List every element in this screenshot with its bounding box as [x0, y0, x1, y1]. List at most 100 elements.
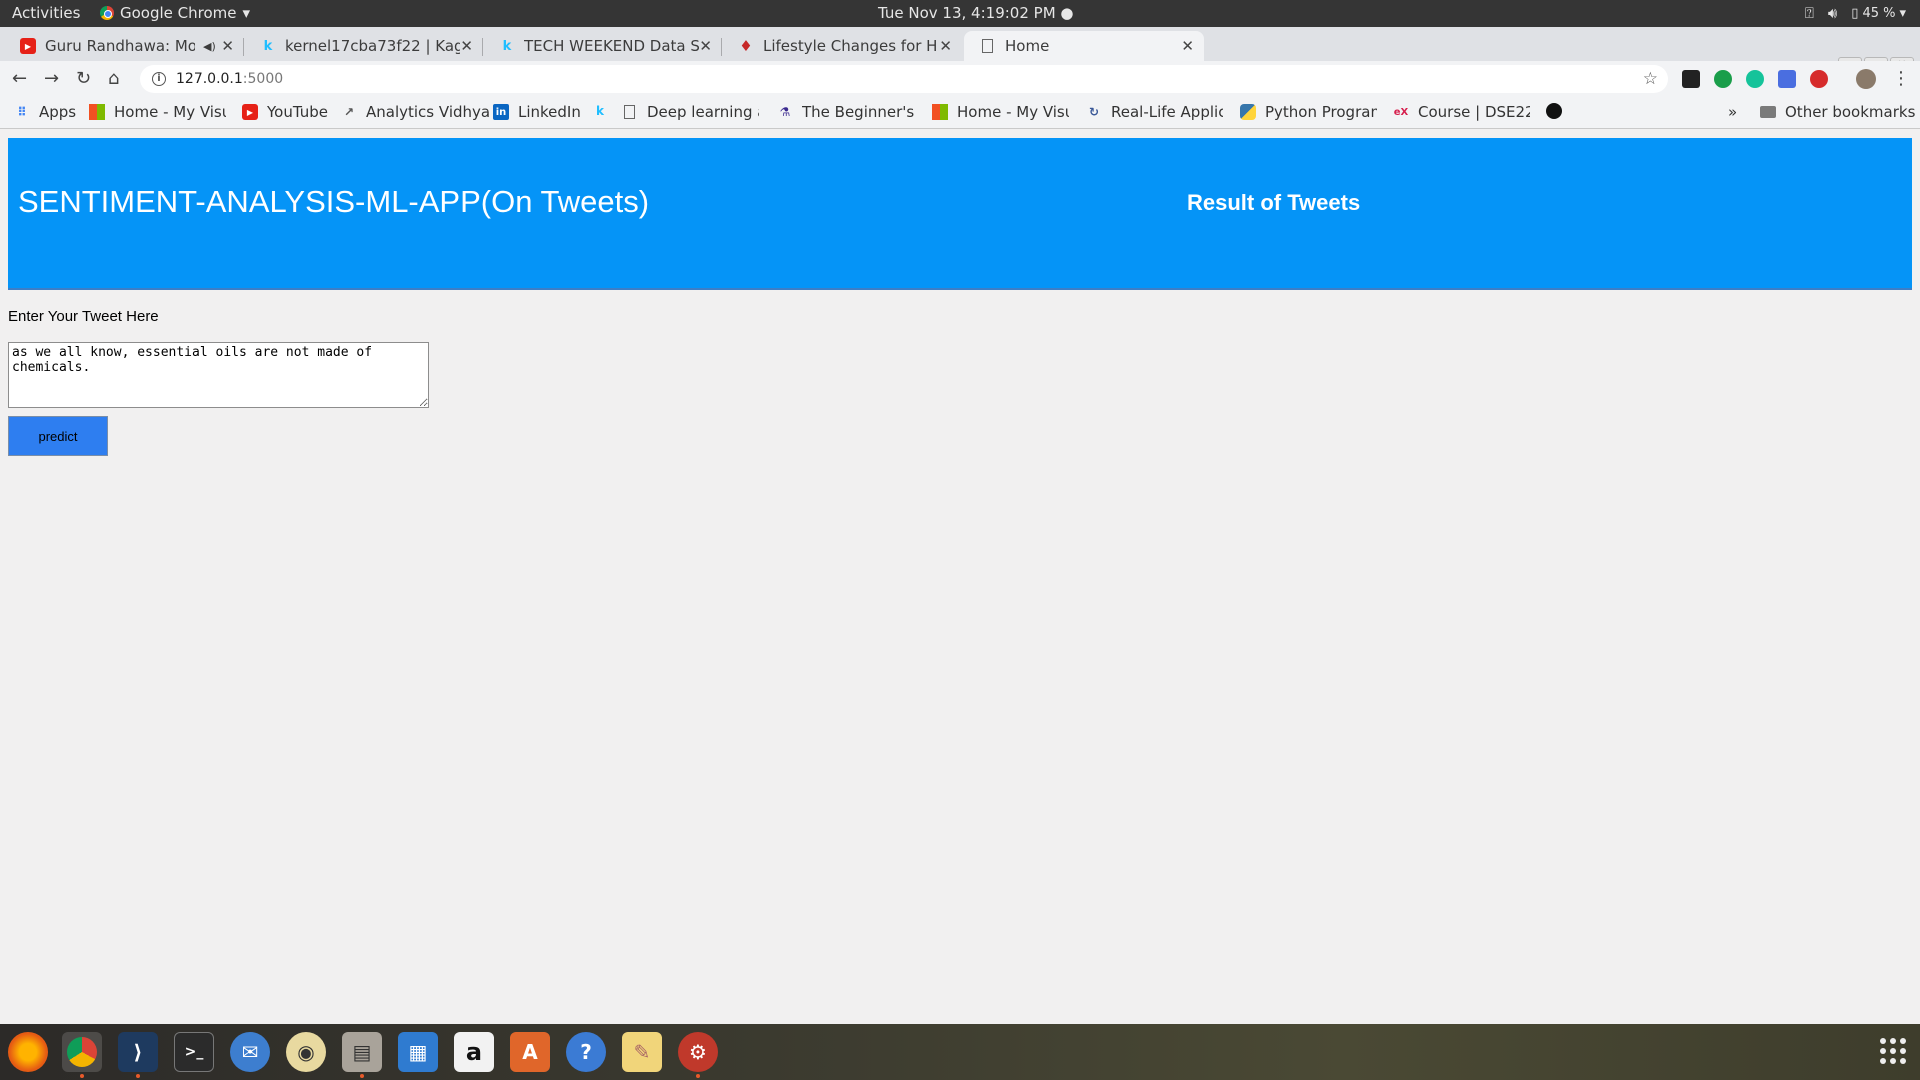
- linkedin-icon: in: [493, 104, 509, 120]
- close-icon[interactable]: ✕: [221, 37, 234, 55]
- music-player-icon[interactable]: ◉: [286, 1032, 326, 1072]
- chevron-down-icon: ▾: [1899, 5, 1906, 21]
- forward-button[interactable]: →: [44, 68, 59, 89]
- chevron-down-icon: ▾: [242, 4, 251, 22]
- bookmark-label: Analytics Vidhya: [366, 103, 491, 121]
- bookmarks-overflow-button[interactable]: »: [1728, 103, 1737, 121]
- show-applications-icon[interactable]: [1880, 1038, 1906, 1064]
- battery-indicator: ▯ 45 % ▾: [1851, 6, 1906, 21]
- tweet-input[interactable]: as we all know, essential oils are not m…: [8, 342, 429, 408]
- browser-toolbar: ← → ↻ ⌂ i 127.0.0.1:5000 ☆ ⋮: [0, 61, 1920, 97]
- header-banner: SENTIMENT-ANALYSIS-ML-APP(On Tweets) Res…: [8, 138, 1912, 290]
- bookmark-edx-course[interactable]: eX Course | DSE220: [1393, 103, 1530, 121]
- extension-icon[interactable]: [1714, 70, 1732, 88]
- bookmark-label: Home - My Visua: [114, 103, 226, 121]
- url-host: 127.0.0.1: [176, 71, 243, 87]
- python-icon: [1240, 104, 1256, 120]
- result-heading: Result of Tweets: [1187, 190, 1361, 215]
- mail-icon[interactable]: ✉: [230, 1032, 270, 1072]
- clock-text: Tue Nov 13, 4:19:02 PM: [878, 4, 1056, 22]
- bookmark-python[interactable]: Python Program: [1240, 103, 1377, 121]
- menu-icon[interactable]: ⋮: [1892, 68, 1910, 89]
- predict-button[interactable]: predict: [8, 416, 108, 456]
- reload-button[interactable]: ↻: [76, 68, 91, 89]
- terminal-icon[interactable]: >_: [174, 1032, 214, 1072]
- tab-youtube[interactable]: ▶ Guru Randhawa: Morn ◀︎) ✕: [4, 31, 244, 61]
- page-title: SENTIMENT-ANALYSIS-ML-APP(On Tweets): [18, 184, 650, 219]
- battery-percent: 45 %: [1862, 5, 1896, 21]
- chrome-icon: [100, 6, 114, 20]
- tweet-prompt-label: Enter Your Tweet Here: [8, 308, 159, 325]
- bookmark-star-icon[interactable]: ☆: [1643, 69, 1658, 89]
- tab-title: TECH WEEKEND Data Scie: [524, 37, 699, 55]
- network-icon: ⍰: [1804, 4, 1814, 22]
- edx-icon: eX: [1393, 106, 1409, 118]
- firefox-icon[interactable]: [8, 1032, 48, 1072]
- other-bookmarks[interactable]: Other bookmarks: [1760, 103, 1915, 121]
- chrome-dock-app[interactable]: [62, 1032, 102, 1078]
- flask-icon: ⚗: [779, 105, 791, 119]
- close-icon[interactable]: ✕: [1181, 37, 1194, 55]
- running-indicator: [136, 1074, 140, 1078]
- document-icon[interactable]: ▦: [398, 1032, 438, 1072]
- back-button[interactable]: ←: [12, 68, 27, 89]
- bookmark-linkedin[interactable]: in LinkedIn: [493, 103, 581, 121]
- bookmark-label: Other bookmarks: [1785, 103, 1916, 121]
- running-indicator: [696, 1074, 700, 1078]
- app-menu[interactable]: Google Chrome ▾: [100, 4, 250, 22]
- settings-icon[interactable]: ⚙: [678, 1032, 718, 1078]
- system-tray[interactable]: ⍰ 🔊︎ ▯ 45 % ▾: [1805, 4, 1906, 22]
- bookmark-analytics-vidhya[interactable]: ↗ Analytics Vidhya: [341, 103, 490, 121]
- battery-icon: ▯: [1851, 5, 1859, 21]
- github-icon: [1546, 103, 1562, 119]
- address-bar[interactable]: i 127.0.0.1:5000 ☆: [140, 65, 1668, 93]
- software-center-icon[interactable]: A: [510, 1032, 550, 1072]
- tab-lifestyle[interactable]: ♦ Lifestyle Changes for Hea ✕: [722, 31, 962, 61]
- close-icon[interactable]: ✕: [460, 37, 473, 55]
- ubuntu-dock: ⟩ >_ ✉ ◉ ▤ ▦ a A ? ✎ ⚙: [0, 1024, 1920, 1080]
- bookmark-real-life[interactable]: ↻ Real-Life Applica: [1086, 103, 1223, 121]
- adblock-icon[interactable]: [1810, 70, 1828, 88]
- home-button[interactable]: ⌂: [108, 68, 119, 89]
- tab-strip: ▶ Guru Randhawa: Morn ◀︎) ✕ k kernel17cb…: [0, 27, 1920, 82]
- tab-title: Home: [1005, 37, 1050, 55]
- bookmark-home-my-visual-2[interactable]: Home - My Visua: [932, 103, 1069, 121]
- help-icon[interactable]: ?: [566, 1032, 606, 1072]
- files-icon[interactable]: ▤: [342, 1032, 382, 1078]
- amazon-icon[interactable]: a: [454, 1032, 494, 1072]
- bookmark-github[interactable]: [1546, 103, 1571, 119]
- bookmark-beginners[interactable]: ⚗ The Beginner's C: [777, 103, 914, 121]
- microsoft-icon: [932, 104, 948, 120]
- vscode-icon[interactable]: ⟩: [118, 1032, 158, 1078]
- bookmark-kaggle[interactable]: k: [592, 103, 617, 119]
- kaggle-icon: k: [596, 104, 604, 118]
- apps-grid-icon: ⠿: [17, 105, 27, 119]
- bookmark-home-my-visual[interactable]: Home - My Visua: [89, 103, 226, 121]
- extension-icon[interactable]: [1682, 70, 1700, 88]
- tab-tech-weekend[interactable]: k TECH WEEKEND Data Scie ✕: [483, 31, 722, 61]
- close-icon[interactable]: ✕: [939, 37, 952, 55]
- clock[interactable]: Tue Nov 13, 4:19:02 PM ●: [878, 4, 1074, 22]
- web-page: SENTIMENT-ANALYSIS-ML-APP(On Tweets) Res…: [0, 130, 1920, 1024]
- avatar[interactable]: [1856, 69, 1876, 89]
- folder-icon: [1760, 106, 1776, 118]
- bookmark-label: Home - My Visua: [957, 103, 1069, 121]
- heart-icon: ♦: [739, 37, 753, 55]
- bookmark-youtube[interactable]: ▶ YouTube: [242, 103, 328, 121]
- tab-kaggle-kernel[interactable]: k kernel17cba73f22 | Kaggle ✕: [244, 31, 483, 61]
- close-icon[interactable]: ✕: [699, 37, 712, 55]
- notification-dot-icon: ●: [1060, 4, 1074, 22]
- grammarly-icon[interactable]: [1746, 70, 1764, 88]
- tab-home[interactable]: Home ✕: [964, 31, 1204, 61]
- translate-icon[interactable]: [1778, 70, 1796, 88]
- activities-button[interactable]: Activities: [12, 4, 80, 22]
- tab-title: Guru Randhawa: Morn: [45, 37, 195, 55]
- info-icon[interactable]: i: [152, 72, 166, 86]
- analytics-icon: ↗: [343, 105, 355, 119]
- app-name: Google Chrome: [120, 4, 237, 22]
- bookmark-label: Real-Life Applica: [1111, 103, 1223, 121]
- image-viewer-icon[interactable]: ✎: [622, 1032, 662, 1072]
- bookmark-deep-learning[interactable]: Deep learning ar: [624, 103, 759, 121]
- bookmark-label: YouTube: [267, 103, 328, 121]
- bookmark-apps[interactable]: ⠿ Apps: [14, 103, 76, 121]
